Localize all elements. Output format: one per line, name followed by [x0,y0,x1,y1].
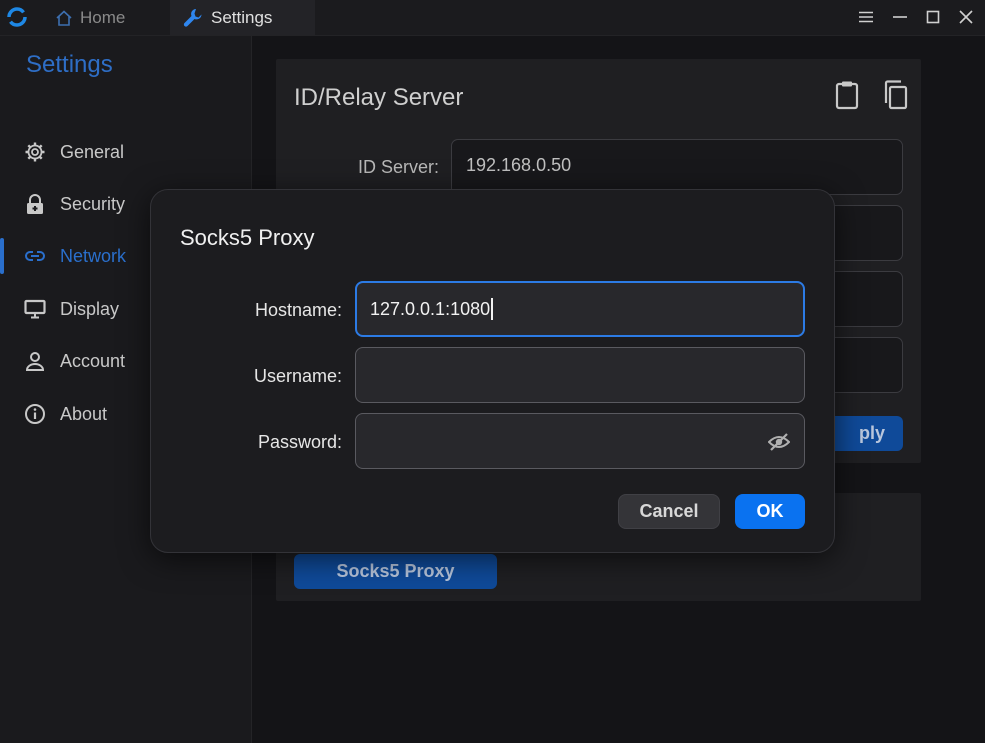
tab-settings-label: Settings [211,7,273,27]
sidebar-title: Settings [26,51,113,78]
dialog-title: Socks5 Proxy [180,225,315,250]
copy-icon[interactable] [883,80,909,110]
menu-icon [859,11,873,23]
tab-home-label: Home [80,7,126,27]
sidebar-item-label: About [60,403,108,424]
person-icon [25,352,45,371]
wrench-icon [183,8,202,27]
hostname-input[interactable]: 127.0.0.1:1080 [355,281,805,337]
text-caret [491,298,494,320]
lock-icon [27,194,43,214]
sidebar-item-label: Display [60,298,120,319]
id-server-value: 192.168.0.50 [466,155,572,175]
tab-home[interactable]: Home [55,0,125,35]
close-icon [959,10,973,24]
menu-button[interactable] [856,7,876,27]
cancel-button[interactable]: Cancel [618,494,720,529]
username-input[interactable] [355,347,805,403]
clipboard-icon[interactable] [835,80,859,110]
sidebar-item-label: General [60,141,125,162]
link-icon [25,251,45,261]
socks5-proxy-dialog: Socks5 Proxy Hostname: 127.0.0.1:1080 Us… [150,189,835,553]
eye-slash-icon[interactable] [768,432,790,452]
id-server-field[interactable]: 192.168.0.50 [451,139,903,195]
maximize-icon [926,10,940,24]
apply-button-label: ply [858,423,885,443]
sidebar-item-label: Network [60,245,127,266]
password-input[interactable] [355,413,805,469]
hostname-value: 127.0.0.1:1080 [370,298,491,319]
active-indicator [0,238,4,274]
home-icon [56,9,72,26]
ok-button-label: OK [756,501,784,521]
username-label: Username: [253,366,342,386]
title-bar: Home Settings [0,0,985,36]
panel-title: ID/Relay Server [294,84,464,111]
gear-icon [25,142,45,162]
ok-button[interactable]: OK [735,494,805,529]
password-label: Password: [257,432,342,452]
sidebar-item-general[interactable]: General [0,132,251,172]
info-icon [25,404,45,424]
minimize-icon [893,16,907,18]
socks5-proxy-button[interactable]: Socks5 Proxy [294,554,497,589]
hostname-label: Hostname: [254,300,342,320]
socks5-proxy-button-label: Socks5 Proxy [336,561,455,581]
sidebar-item-label: Account [60,350,126,371]
cancel-button-label: Cancel [639,501,699,521]
monitor-icon [24,299,46,319]
close-button[interactable] [956,7,976,27]
maximize-button[interactable] [923,7,943,27]
app-logo-icon [7,7,27,27]
id-server-label: ID Server: [357,157,439,177]
sidebar-item-label: Security [60,193,126,214]
tab-settings[interactable]: Settings [170,0,315,35]
minimize-button[interactable] [890,7,910,27]
